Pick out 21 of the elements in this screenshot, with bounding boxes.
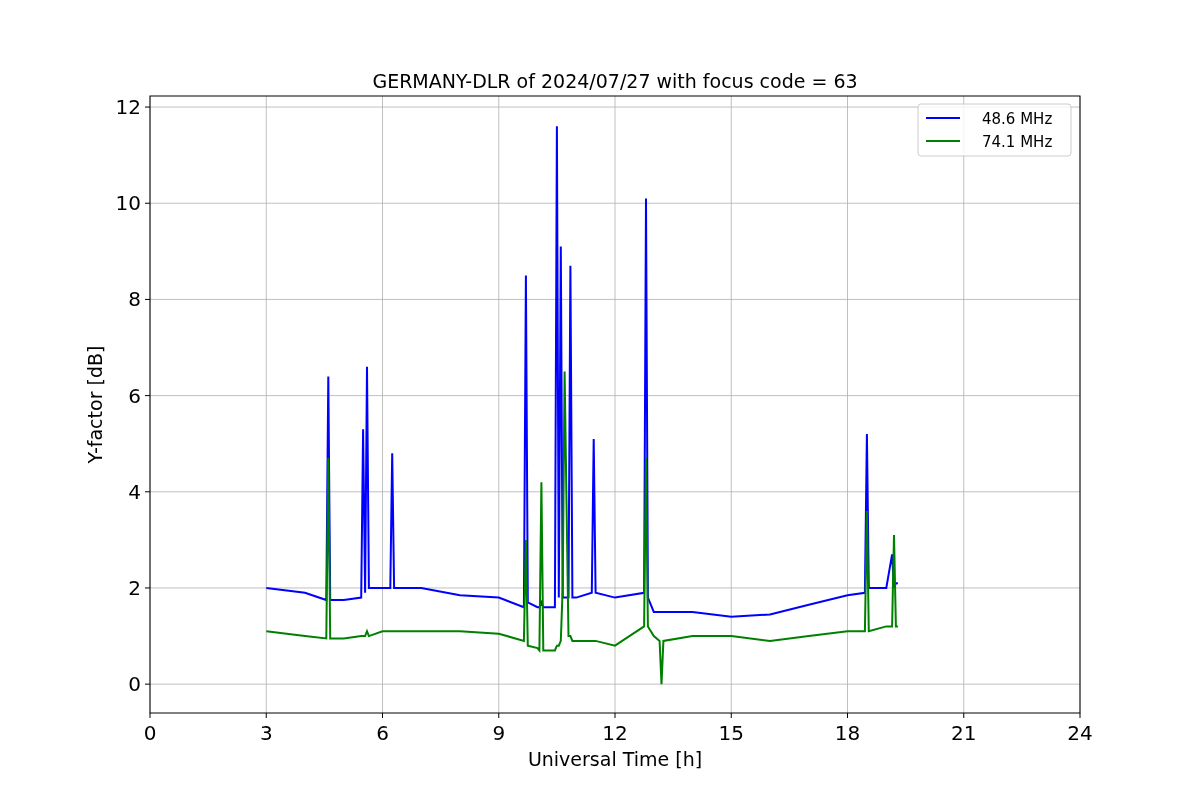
axis-label: Y-factor [dB] (84, 345, 106, 464)
axis-label: Universal Time [h] (527, 748, 703, 770)
tick-label: 18 (834, 721, 861, 745)
tick-label: 6 (376, 721, 389, 745)
tick-label: 2 (128, 575, 141, 600)
tick-label: 0 (143, 721, 157, 745)
legend-label: 48.6 MHz (982, 110, 1053, 128)
tick-label: 9 (492, 721, 506, 745)
tick-label: 6 (128, 383, 141, 408)
tick-label: 0 (128, 672, 141, 697)
tick-label: 10 (115, 191, 141, 216)
tick-label: 12 (115, 95, 141, 120)
tick-label: 21 (951, 721, 977, 745)
tick-label: 12 (602, 721, 628, 745)
chart-title: GERMANY-DLR of 2024/07/27 with focus code = 63 (372, 70, 858, 92)
tick-label: 15 (718, 721, 744, 745)
tick-label: 4 (128, 479, 141, 504)
legend-label: 74.1 MHz (982, 133, 1053, 151)
tick-label: 8 (128, 287, 141, 312)
tick-label: 24 (1067, 721, 1093, 745)
tick-label: 3 (259, 721, 273, 745)
